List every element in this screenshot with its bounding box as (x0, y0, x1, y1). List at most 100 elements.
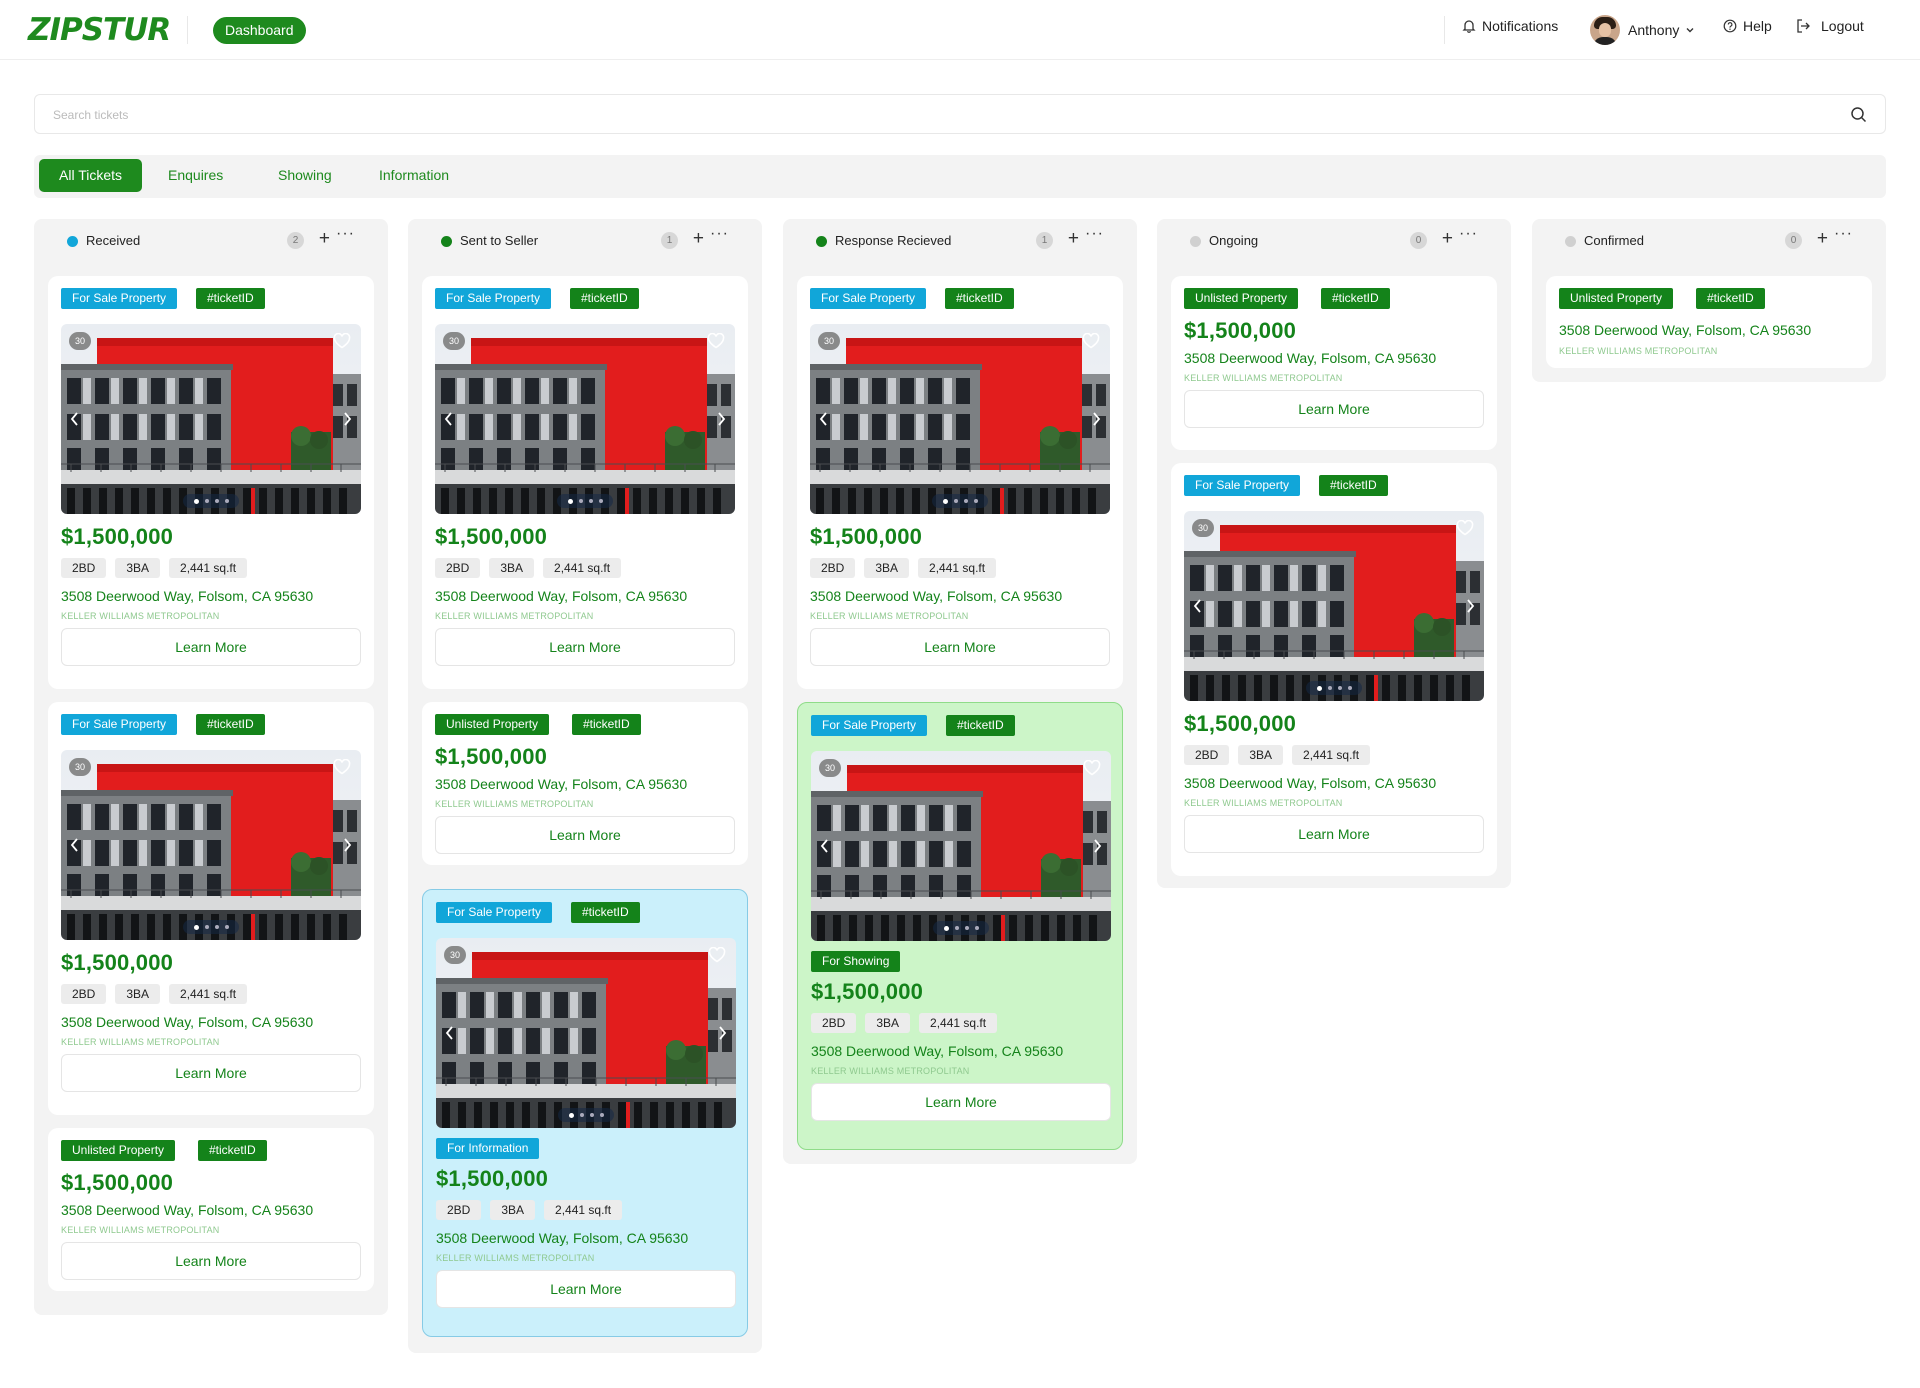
photo-pagination-dots[interactable] (558, 1108, 614, 1122)
filter-tabs: All Tickets Enquires Showing Information (34, 155, 1886, 198)
learn-more-button[interactable]: Learn More (435, 628, 735, 666)
photo-pagination-dots[interactable] (933, 921, 989, 935)
heart-icon[interactable] (708, 947, 726, 963)
ticket-card[interactable]: For Sale Property #ticketID 30 $1,500,00… (48, 276, 374, 689)
column-more-button[interactable]: ··· (710, 225, 729, 243)
chevron-right-icon (718, 412, 726, 426)
help-link[interactable]: Help (1723, 18, 1772, 34)
chevron-right-icon (719, 1026, 727, 1040)
column-count-badge: 0 (1785, 232, 1802, 249)
property-address: 3508 Deerwood Way, Folsom, CA 95630 (810, 588, 1063, 604)
heart-icon[interactable] (333, 759, 351, 775)
area-spec: 2,441 sq.ft (918, 558, 997, 578)
add-ticket-button[interactable]: + (693, 228, 704, 250)
agency-name: KELLER WILLIAMS METROPOLITAN (1184, 798, 1343, 808)
ticket-card[interactable]: For Sale Property #ticketID 30 $1,500,00… (422, 276, 748, 689)
photo-next-button[interactable] (713, 408, 729, 430)
photo-next-button[interactable] (714, 1022, 730, 1044)
photo-prev-button[interactable] (1190, 595, 1206, 617)
column-title: Confirmed (1584, 233, 1644, 248)
unlisted-tag: Unlisted Property (1559, 288, 1674, 309)
ticket-card[interactable]: Unlisted Property #ticketID $1,500,000 350… (48, 1128, 374, 1291)
ticket-card[interactable]: For Sale Property #ticketID 30 For Infor… (422, 889, 748, 1337)
property-price: $1,500,000 (435, 524, 548, 549)
help-circle-icon (1723, 19, 1737, 33)
ticket-card[interactable]: For Sale Property #ticketID 30 For Showi… (797, 702, 1123, 1150)
add-ticket-button[interactable]: + (319, 228, 330, 250)
photo-next-button[interactable] (339, 408, 355, 430)
baths-spec: 3BA (1238, 745, 1284, 765)
heart-icon[interactable] (1083, 760, 1101, 776)
photo-prev-button[interactable] (817, 835, 833, 857)
learn-more-button[interactable]: Learn More (61, 1242, 361, 1280)
tab-enquires[interactable]: Enquires (148, 159, 243, 192)
column-more-button[interactable]: ··· (1459, 225, 1478, 243)
heart-icon[interactable] (707, 333, 725, 349)
zipstur-logo[interactable]: ZIPSTUR (28, 12, 171, 48)
property-photo (61, 750, 361, 940)
ticket-card[interactable]: Unlisted Property #ticketID $1,500,000 350… (1171, 276, 1497, 450)
search-input[interactable] (53, 106, 1753, 124)
search-icon[interactable] (1850, 106, 1867, 123)
learn-more-button[interactable]: Learn More (811, 1083, 1111, 1121)
photo-pagination-dots[interactable] (1306, 681, 1362, 695)
user-menu[interactable]: Anthony (1590, 15, 1695, 45)
photo-pagination-dots[interactable] (932, 494, 988, 508)
ticket-card[interactable]: For Sale Property #ticketID 30 $1,500,00… (797, 276, 1123, 689)
heart-icon[interactable] (1456, 520, 1474, 536)
chevron-left-icon (819, 412, 827, 426)
learn-more-button[interactable]: Learn More (61, 628, 361, 666)
learn-more-button[interactable]: Learn More (61, 1054, 361, 1092)
ticket-card[interactable]: Unlisted Property #ticketID 3508 Deerwood… (1546, 276, 1872, 368)
property-photo (436, 938, 736, 1128)
add-ticket-button[interactable]: + (1817, 228, 1828, 250)
column-more-button[interactable]: ··· (1085, 225, 1104, 243)
heart-icon[interactable] (333, 333, 351, 349)
property-specs: 2BD 3BA 2,441 sq.ft (811, 1013, 998, 1033)
area-spec: 2,441 sq.ft (169, 558, 248, 578)
chevron-left-icon (444, 412, 452, 426)
ticket-card[interactable]: For Sale Property #ticketID 30 $1,500,00… (1171, 463, 1497, 876)
beds-spec: 2BD (810, 558, 856, 578)
photo-prev-button[interactable] (67, 834, 83, 856)
ticket-card[interactable]: For Sale Property #ticketID 30 $1,500,00… (48, 702, 374, 1115)
learn-more-button[interactable]: Learn More (810, 628, 1110, 666)
photo-pagination-dots[interactable] (183, 920, 239, 934)
photo-count-badge: 30 (819, 759, 841, 777)
area-spec: 2,441 sq.ft (169, 984, 248, 1004)
photo-prev-button[interactable] (441, 408, 457, 430)
property-price: $1,500,000 (61, 1170, 174, 1195)
photo-prev-button[interactable] (67, 408, 83, 430)
baths-spec: 3BA (489, 558, 535, 578)
heart-icon[interactable] (1082, 333, 1100, 349)
photo-next-button[interactable] (339, 834, 355, 856)
add-ticket-button[interactable]: + (1442, 228, 1453, 250)
agency-name: KELLER WILLIAMS METROPOLITAN (1184, 373, 1343, 383)
learn-more-button[interactable]: Learn More (1184, 815, 1484, 853)
photo-next-button[interactable] (1462, 595, 1478, 617)
add-ticket-button[interactable]: + (1068, 228, 1079, 250)
dashboard-button[interactable]: Dashboard (213, 17, 306, 44)
tab-information[interactable]: Information (359, 159, 469, 192)
learn-more-button[interactable]: Learn More (435, 816, 735, 854)
notifications-link[interactable]: Notifications (1462, 18, 1558, 34)
logout-link[interactable]: Logout (1795, 18, 1864, 34)
ticket-card[interactable]: Unlisted Property #ticketID $1,500,000 350… (422, 702, 748, 865)
column-more-button[interactable]: ··· (1834, 225, 1853, 243)
column-more-button[interactable]: ··· (336, 225, 355, 243)
tab-all-tickets[interactable]: All Tickets (39, 159, 143, 192)
header-divider (187, 16, 188, 44)
photo-prev-button[interactable] (816, 408, 832, 430)
tab-showing[interactable]: Showing (258, 159, 352, 192)
learn-more-button[interactable]: Learn More (436, 1270, 736, 1308)
area-spec: 2,441 sq.ft (544, 1200, 623, 1220)
photo-next-button[interactable] (1089, 835, 1105, 857)
photo-next-button[interactable] (1088, 408, 1104, 430)
photo-pagination-dots[interactable] (557, 494, 613, 508)
learn-more-button[interactable]: Learn More (1184, 390, 1484, 428)
photo-prev-button[interactable] (442, 1022, 458, 1044)
for-information-tag: For Information (436, 1138, 540, 1159)
photo-pagination-dots[interactable] (183, 494, 239, 508)
beds-spec: 2BD (1184, 745, 1230, 765)
property-address: 3508 Deerwood Way, Folsom, CA 95630 (435, 776, 688, 792)
